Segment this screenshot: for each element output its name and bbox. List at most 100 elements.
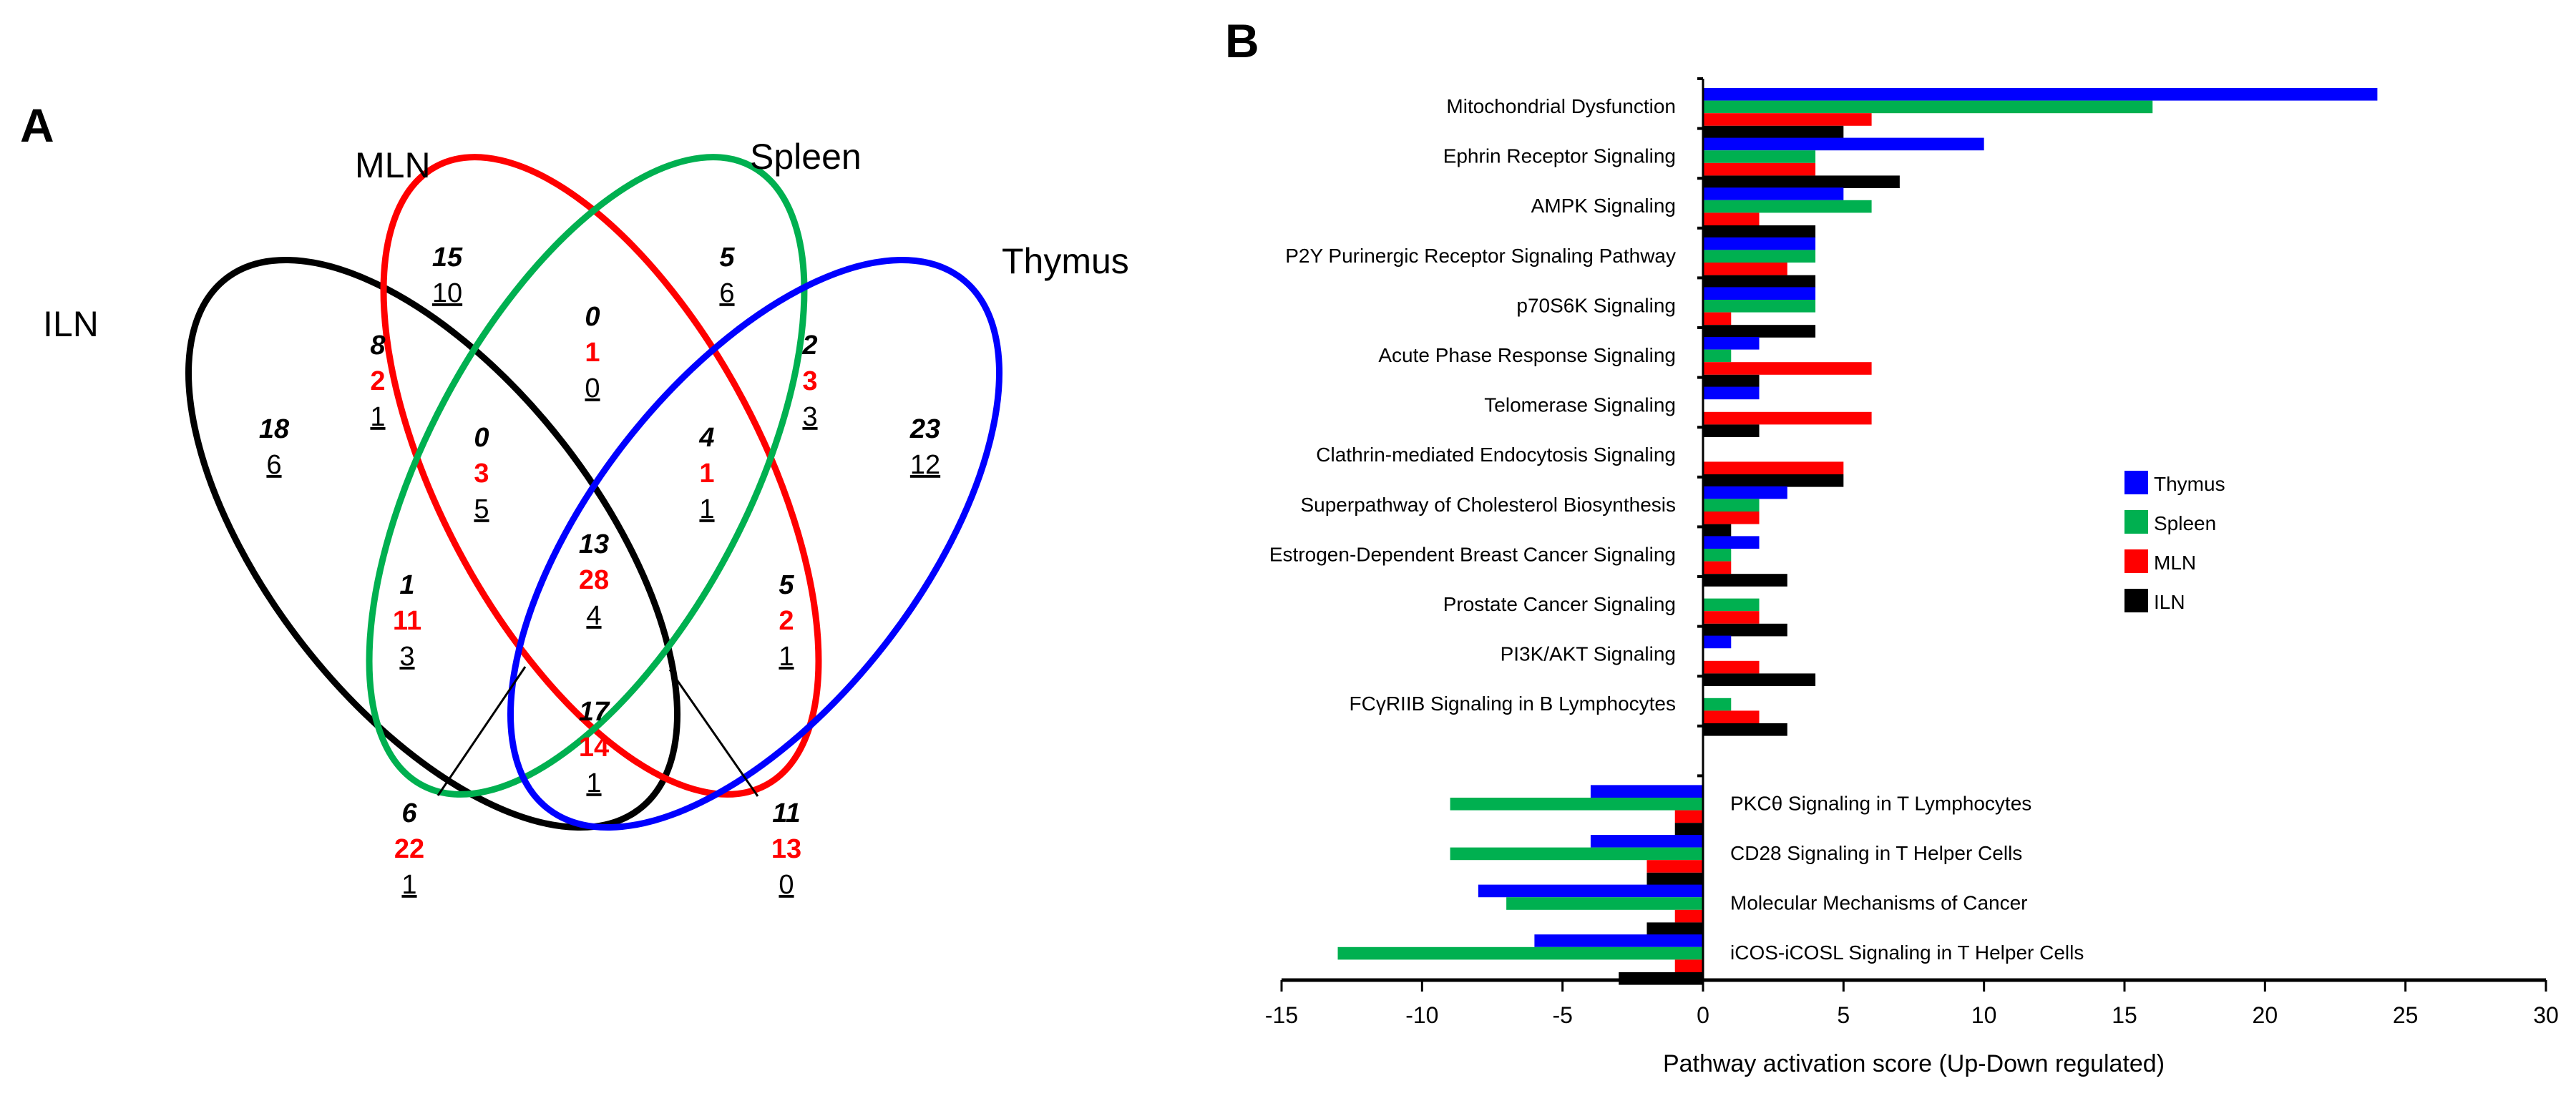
legend-item-spleen: Spleen [2124, 510, 2216, 534]
venn-region-iln-spleen: 1113 [393, 570, 421, 672]
bar-spleen [1703, 698, 1732, 711]
venn-region-iln-mln-thymus: 11 13 0 [771, 798, 801, 900]
region-count-italic: 5 [719, 243, 735, 273]
category-label: Ephrin Receptor Signaling [1443, 145, 1676, 167]
venn-region-thymus-only: 2312 [909, 414, 940, 480]
region-count-italic: 18 [259, 414, 290, 444]
category-label: iCOS-iCOSL Signaling in T Helper Cells [1730, 941, 2084, 964]
category-label: Acute Phase Response Signaling [1378, 344, 1676, 366]
bar-chart: B Mitochondrial Dysfunction Ephrin Recept… [1225, 14, 2559, 1077]
legend-label: ILN [2154, 591, 2185, 613]
region-count-italic: 1 [399, 570, 414, 600]
venn-region-mln-thymus: 5 2 1 [779, 570, 794, 672]
region-count-red: 13 [771, 834, 801, 864]
bar-group [1703, 237, 1816, 288]
category-label: PKCθ Signaling in T Lymphocytes [1730, 792, 2031, 814]
legend-item-mln: MLN [2124, 549, 2196, 574]
panel-a-letter: A [20, 99, 54, 152]
legend-label: MLN [2154, 552, 2196, 574]
bar-iln [1703, 673, 1816, 686]
bar-mln [1703, 411, 1872, 425]
venn-region-counts: 1861510562312821010233035411111313284521… [259, 243, 940, 900]
region-count-italic: 11 [772, 798, 800, 828]
panel-b-letter: B [1225, 14, 1259, 67]
region-count-italic: 5 [779, 570, 794, 600]
bar-group [1703, 598, 1787, 637]
legend-swatch [2124, 549, 2148, 573]
bar-iln [1703, 125, 1844, 139]
x-tick-label: 20 [2253, 1002, 2278, 1028]
region-count-underline: 4 [586, 601, 601, 631]
set-label-spleen: Spleen [750, 137, 862, 177]
bar-thymus [1478, 884, 1703, 898]
set-label-iln: ILN [43, 304, 99, 344]
bar-group [1703, 461, 1844, 487]
bar-thymus [1534, 934, 1703, 947]
bar-mln [1674, 810, 1703, 823]
bar-spleen [1506, 897, 1703, 910]
x-tick-label: 30 [2533, 1002, 2559, 1028]
bar-spleen [1703, 598, 1760, 612]
bar-thymus [1703, 386, 1760, 400]
venn-diagram: A ILN MLN Spleen Thymus 1861510562312821… [20, 99, 1129, 900]
region-count-underline: 1 [370, 402, 385, 432]
region-count-italic: 4 [698, 423, 714, 453]
bar-mln [1646, 860, 1703, 873]
bar-iln [1646, 872, 1703, 886]
venn-region-iln-mln: 8 2 1 [370, 331, 386, 432]
venn-region-all-four: 13 28 4 [579, 529, 609, 631]
bar-group [1703, 698, 1787, 736]
bar-spleen [1703, 349, 1732, 363]
category-label: Estrogen-Dependent Breast Cancer Signali… [1269, 543, 1676, 565]
category-label: CD28 Signaling in T Helper Cells [1730, 842, 2022, 864]
bar-mln [1703, 263, 1787, 275]
bar-mln [1703, 561, 1732, 574]
bar-mln [1703, 162, 1816, 176]
venn-region-spleen-only: 56 [719, 243, 735, 308]
bar-iln [1703, 574, 1787, 587]
category-label: p70S6K Signaling [1516, 294, 1676, 316]
legend-swatch [2124, 589, 2148, 612]
bar-spleen [1703, 100, 2153, 114]
bar-spleen [1703, 150, 1816, 163]
region-count-underline: 3 [802, 402, 817, 432]
bar-thymus [1703, 137, 1984, 151]
bar-thymus [1703, 635, 1732, 649]
bar-iln [1646, 922, 1703, 935]
bar-iln [1703, 424, 1760, 437]
bar-mln [1703, 512, 1760, 524]
bar-iln [1703, 275, 1816, 288]
region-count-underline: 1 [586, 768, 601, 798]
venn-region-iln-mln-spleen: 0 3 5 [474, 423, 489, 524]
bar-group [1703, 635, 1816, 686]
legend-swatch [2124, 510, 2148, 534]
bar-group [1337, 934, 1703, 985]
bar-iln [1703, 524, 1732, 537]
bar-group [1703, 137, 1984, 188]
bar-group [1450, 785, 1703, 836]
legend-label: Thymus [2154, 473, 2225, 495]
legend-label: Spleen [2154, 512, 2216, 534]
bar-group [1703, 287, 1816, 338]
bar-mln [1703, 710, 1760, 723]
venn-region-mln-only: 1510 [432, 243, 463, 308]
bar-group [1703, 187, 1872, 238]
venn-region-spleen-thymus: 2 3 3 [801, 331, 817, 432]
region-count-italic: 2 [801, 331, 817, 361]
bar-spleen [1450, 847, 1703, 861]
region-count-italic: 23 [909, 414, 940, 444]
set-label-thymus: Thymus [1002, 241, 1129, 281]
bar-thymus [1590, 785, 1703, 798]
legend: Thymus Spleen MLN ILN [2124, 471, 2225, 613]
bar-group [1478, 884, 1703, 935]
x-tick-label: 25 [2393, 1002, 2419, 1028]
region-count-underline: 3 [399, 642, 414, 672]
bar-mln [1703, 611, 1760, 624]
bar-mln [1703, 362, 1872, 375]
bar-spleen [1337, 946, 1703, 960]
bar-group [1450, 835, 1703, 886]
bar-group [1703, 337, 1872, 388]
bar-thymus [1703, 187, 1844, 200]
category-label: Superpathway of Cholesterol Biosynthesis [1300, 494, 1676, 516]
region-count-underline: 1 [401, 870, 416, 900]
